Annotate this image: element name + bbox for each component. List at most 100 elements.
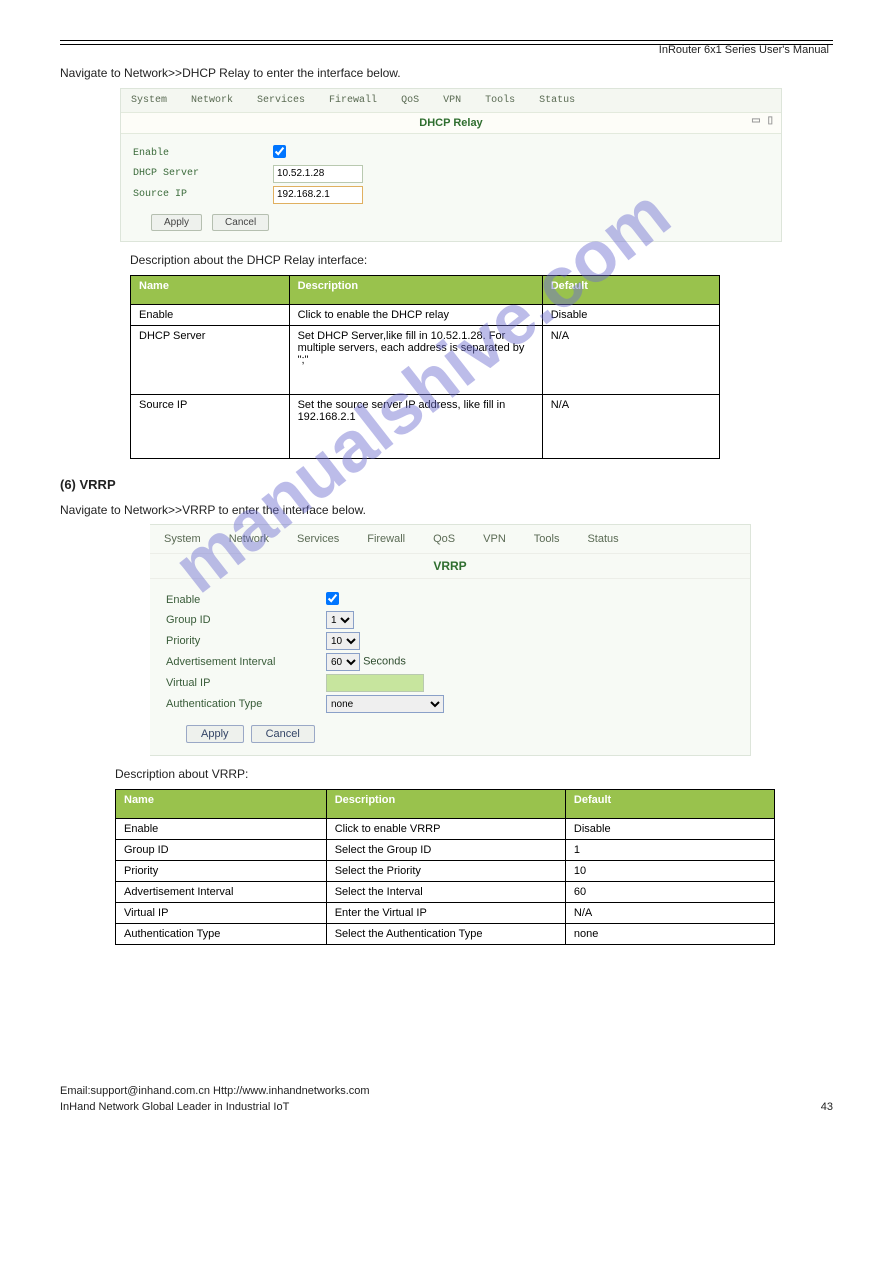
header-manual-title: InRouter 6x1 Series User's Manual <box>659 44 829 56</box>
menu-item[interactable]: Network <box>229 533 269 545</box>
menu-item[interactable]: Services <box>257 95 305 106</box>
menu-item[interactable]: Status <box>587 533 618 545</box>
cell: Authentication Type <box>116 924 327 945</box>
dhcp-server-input[interactable] <box>273 165 363 183</box>
footer-brand: InHand Network Global Leader in Industri… <box>60 1101 289 1113</box>
cell: Click to enable the DHCP relay <box>289 304 542 325</box>
source-ip-input[interactable] <box>273 186 363 204</box>
cell: Source IP <box>131 394 290 458</box>
cell: Set the source server IP address, like f… <box>289 394 542 458</box>
cell: Priority <box>116 861 327 882</box>
cell: Select the Group ID <box>326 840 565 861</box>
table-row: Advertisement IntervalSelect the Interva… <box>116 882 775 903</box>
cell: Select the Interval <box>326 882 565 903</box>
menu-item[interactable]: QoS <box>433 533 455 545</box>
cell: Advertisement Interval <box>116 882 327 903</box>
menu-item[interactable]: System <box>131 95 167 106</box>
dhcp-relay-screenshot: System Network Services Firewall QoS VPN… <box>120 88 782 242</box>
adv-interval-label: Advertisement Interval <box>166 656 326 668</box>
table-header: Name <box>131 275 290 304</box>
footer-contact: Email:support@inhand.com.cn Http://www.i… <box>60 1085 833 1097</box>
cell: Group ID <box>116 840 327 861</box>
table-header: Name <box>116 790 327 819</box>
cancel-button[interactable]: Cancel <box>251 725 315 743</box>
menubar: System Network Services Firewall QoS VPN… <box>150 525 750 553</box>
menu-item[interactable]: VPN <box>443 95 461 106</box>
cell: N/A <box>542 394 719 458</box>
menu-item[interactable]: Status <box>539 95 575 106</box>
table-row: EnableClick to enable VRRPDisable <box>116 819 775 840</box>
cell: Disable <box>542 304 719 325</box>
cell: Enter the Virtual IP <box>326 903 565 924</box>
cell: 60 <box>565 882 774 903</box>
table-row: Enable Click to enable the DHCP relay Di… <box>131 304 720 325</box>
panel-title: VRRP <box>150 553 750 579</box>
table-row: Authentication TypeSelect the Authentica… <box>116 924 775 945</box>
cell: Click to enable VRRP <box>326 819 565 840</box>
menu-item[interactable]: Tools <box>485 95 515 106</box>
cell: Set DHCP Server,like fill in 10.52.1.28.… <box>289 325 542 394</box>
table-header: Default <box>565 790 774 819</box>
apply-button[interactable]: Apply <box>151 214 202 231</box>
cell: Disable <box>565 819 774 840</box>
vrrp-table: Name Description Default EnableClick to … <box>115 789 775 945</box>
intro-paragraph: Navigate to Network>>DHCP Relay to enter… <box>60 65 833 82</box>
group-id-label: Group ID <box>166 614 326 626</box>
cell: Select the Authentication Type <box>326 924 565 945</box>
table1-caption: Description about the DHCP Relay interfa… <box>130 252 833 269</box>
cell: N/A <box>565 903 774 924</box>
cancel-button[interactable]: Cancel <box>212 214 269 231</box>
menu-item[interactable]: VPN <box>483 533 506 545</box>
auth-type-select[interactable]: none <box>326 695 444 713</box>
menu-item[interactable]: Tools <box>534 533 560 545</box>
dhcp-server-label: DHCP Server <box>133 168 273 179</box>
menu-item[interactable]: Firewall <box>367 533 405 545</box>
cell: 10 <box>565 861 774 882</box>
priority-select[interactable]: 10 <box>326 632 360 650</box>
cell: 1 <box>565 840 774 861</box>
table-row: Virtual IPEnter the Virtual IPN/A <box>116 903 775 924</box>
table-header: Description <box>326 790 565 819</box>
table-row: DHCP Server Set DHCP Server,like fill in… <box>131 325 720 394</box>
virtual-ip-label: Virtual IP <box>166 677 326 689</box>
window-controls-icon[interactable]: ▭ ▯ <box>751 115 775 126</box>
group-id-select[interactable]: 1 <box>326 611 354 629</box>
adv-interval-select[interactable]: 60 <box>326 653 360 671</box>
dhcp-relay-table: Name Description Default Enable Click to… <box>130 275 720 459</box>
table-header: Default <box>542 275 719 304</box>
priority-label: Priority <box>166 635 326 647</box>
enable-checkbox[interactable] <box>326 592 339 605</box>
source-ip-label: Source IP <box>133 189 273 200</box>
table2-caption: Description about VRRP: <box>115 766 833 783</box>
vrrp-heading: (6) VRRP <box>60 477 833 492</box>
enable-label: Enable <box>133 148 273 159</box>
cell: Enable <box>131 304 290 325</box>
enable-label: Enable <box>166 594 326 606</box>
cell: N/A <box>542 325 719 394</box>
cell: Enable <box>116 819 327 840</box>
menu-item[interactable]: System <box>164 533 201 545</box>
panel-title: DHCP Relay ▭ ▯ <box>121 112 781 134</box>
menubar: System Network Services Firewall QoS VPN… <box>121 89 781 112</box>
seconds-suffix: Seconds <box>363 656 406 668</box>
panel-title-text: DHCP Relay <box>419 117 482 129</box>
menu-item[interactable]: QoS <box>401 95 419 106</box>
menu-item[interactable]: Network <box>191 95 233 106</box>
enable-checkbox[interactable] <box>273 145 286 158</box>
cell: DHCP Server <box>131 325 290 394</box>
table-row: Group IDSelect the Group ID1 <box>116 840 775 861</box>
cell: Select the Priority <box>326 861 565 882</box>
apply-button[interactable]: Apply <box>186 725 244 743</box>
virtual-ip-input[interactable] <box>326 674 424 692</box>
menu-item[interactable]: Firewall <box>329 95 377 106</box>
menu-item[interactable]: Services <box>297 533 339 545</box>
cell: Virtual IP <box>116 903 327 924</box>
auth-type-label: Authentication Type <box>166 698 326 710</box>
table-row: PrioritySelect the Priority10 <box>116 861 775 882</box>
vrrp-intro: Navigate to Network>>VRRP to enter the i… <box>60 502 833 519</box>
footer-page-number: 43 <box>821 1101 833 1113</box>
cell: none <box>565 924 774 945</box>
table-header: Description <box>289 275 542 304</box>
table-row: Source IP Set the source server IP addre… <box>131 394 720 458</box>
vrrp-screenshot: System Network Services Firewall QoS VPN… <box>150 524 751 756</box>
